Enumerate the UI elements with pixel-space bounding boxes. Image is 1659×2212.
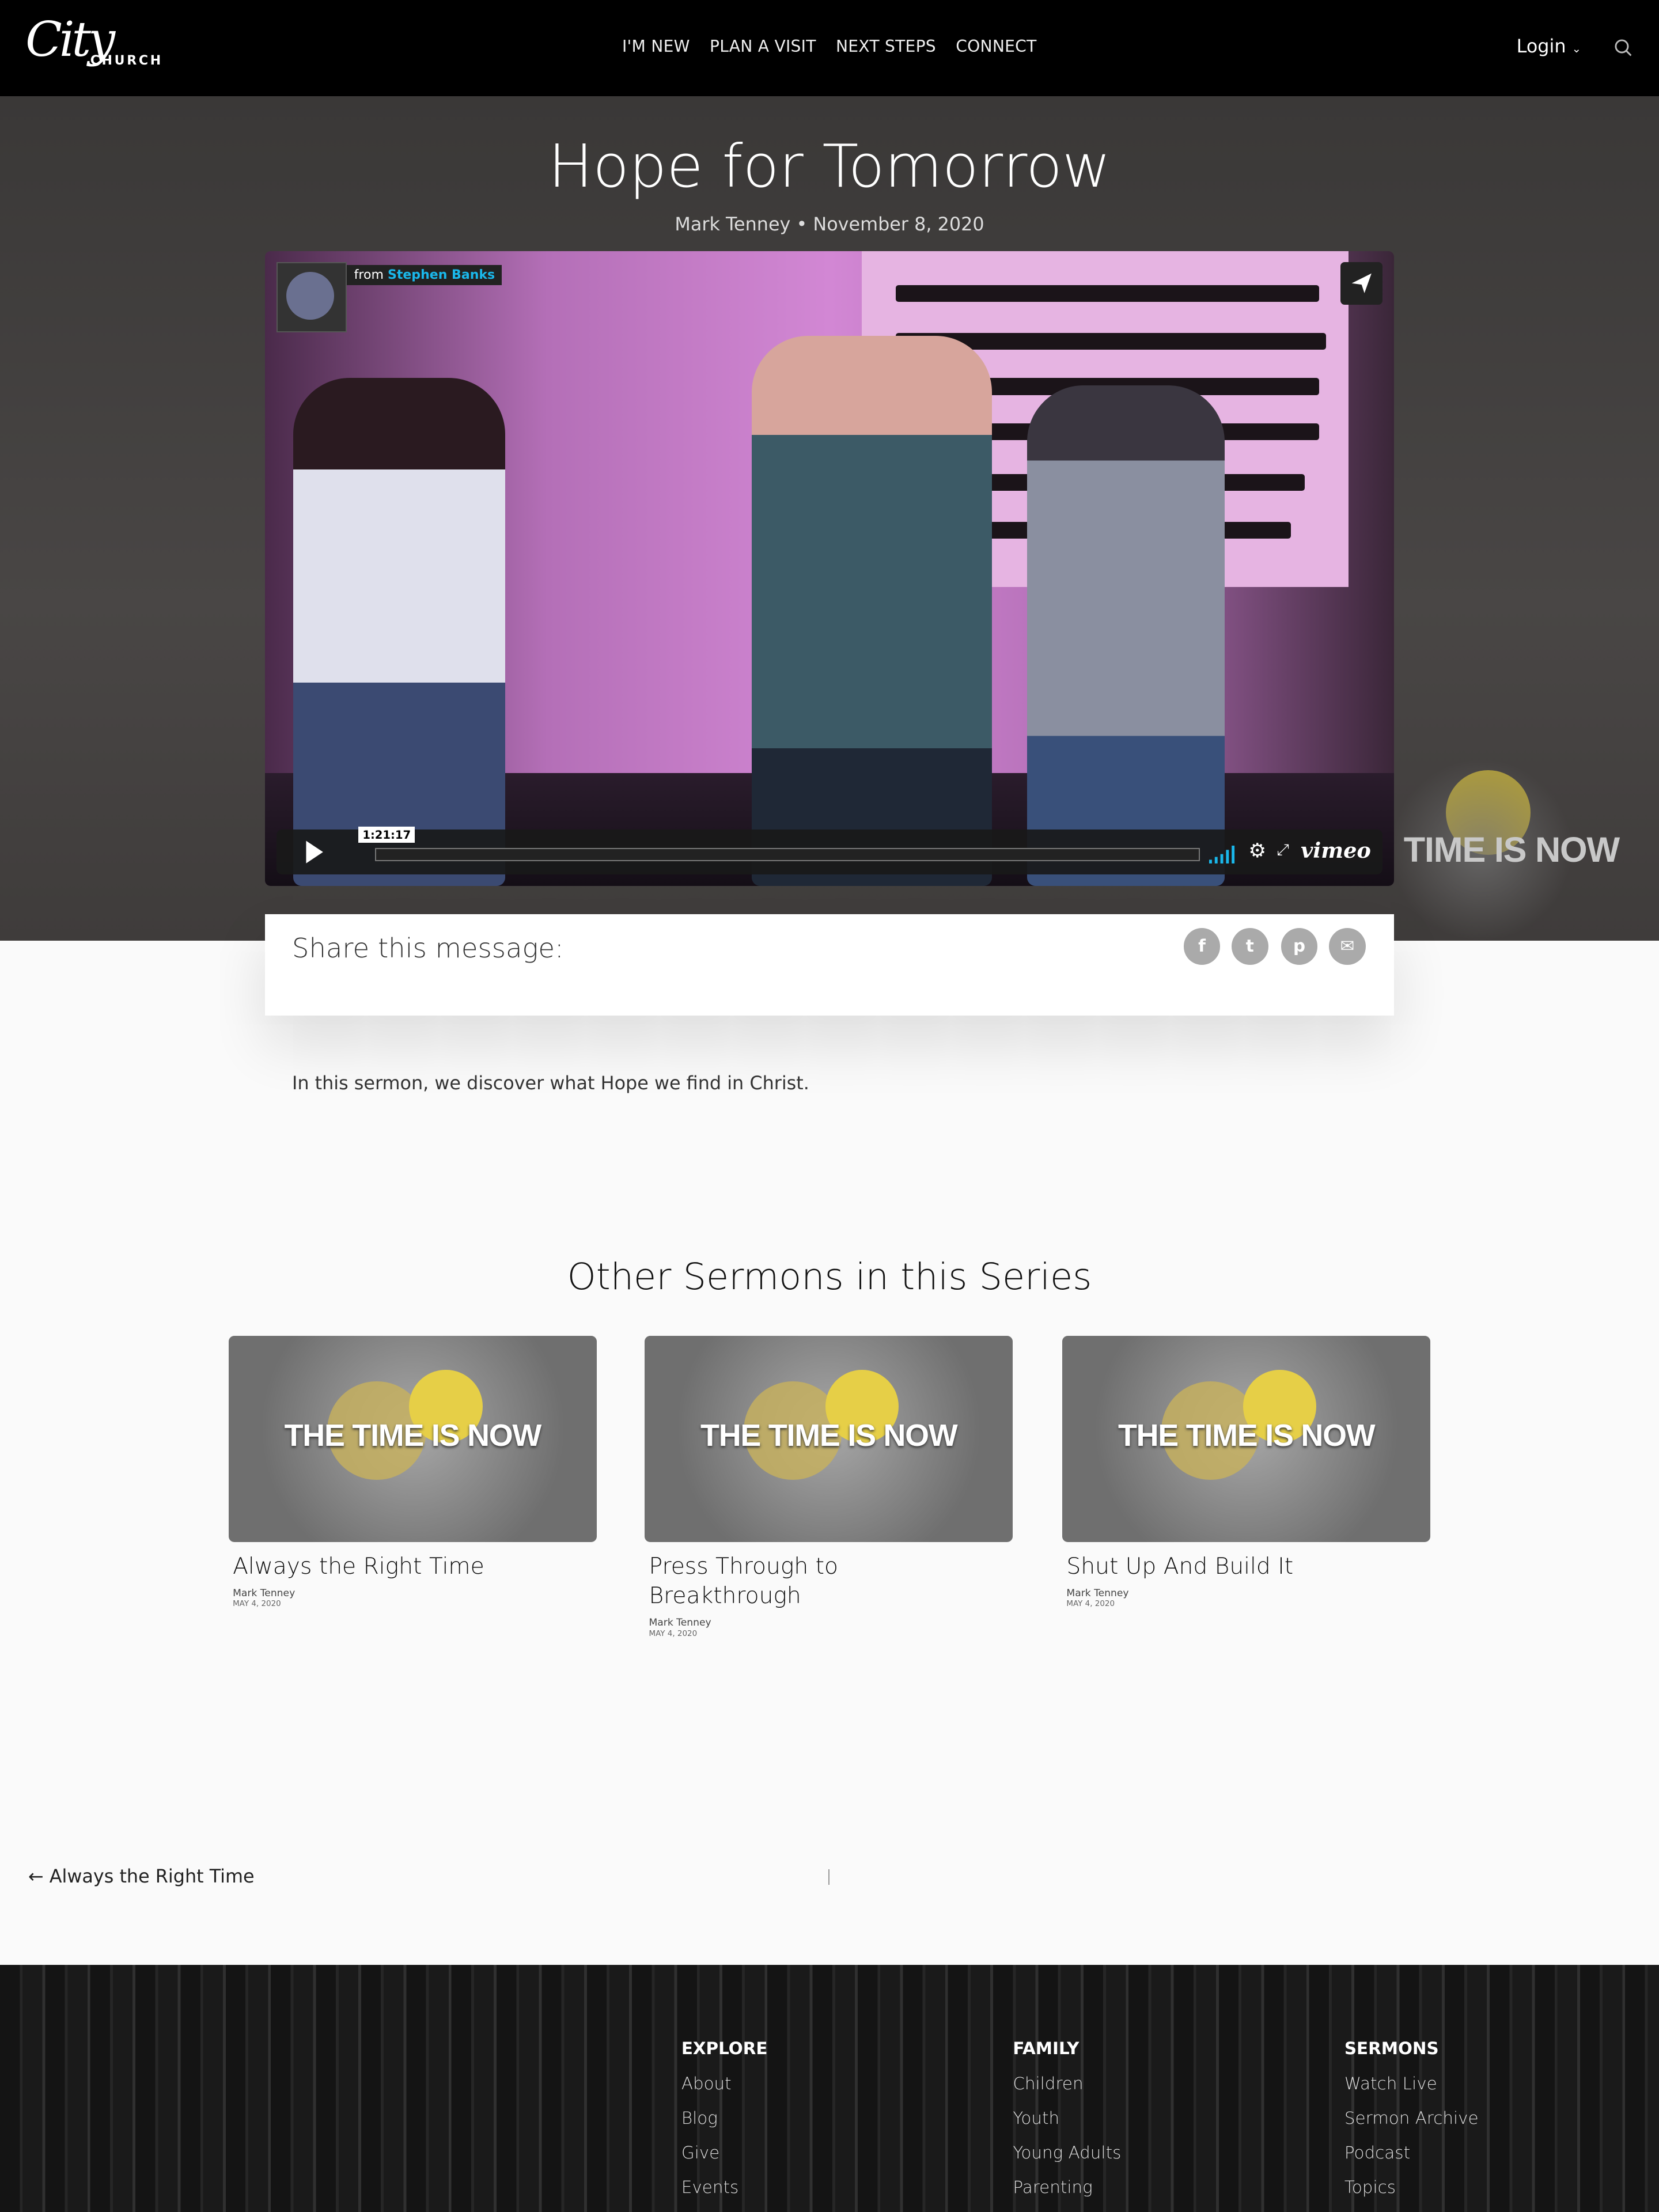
sermon-card[interactable]: THE TIME IS NOW Shut Up And Build It Mar… [1062, 1336, 1431, 1609]
logo[interactable]: City CHURCH [25, 12, 161, 68]
footer-link[interactable]: Topics [1344, 2177, 1479, 2212]
facebook-icon[interactable]: f [1183, 928, 1221, 965]
sermon-thumbnail[interactable]: THE TIME IS NOW [645, 1336, 1013, 1542]
footer-link[interactable]: Sermon Archive [1344, 2108, 1479, 2143]
series-art: TIME IS NOW [1389, 745, 1629, 941]
nav-next-steps[interactable]: NEXT STEPS [836, 37, 936, 56]
fullscreen-icon[interactable]: ⤢ [1277, 841, 1289, 859]
sermon-thumbnail[interactable]: THE TIME IS NOW [1062, 1336, 1431, 1542]
pagination-divider [828, 1869, 830, 1885]
footer-link[interactable]: Young Adults [1013, 2143, 1121, 2177]
play-button[interactable] [276, 830, 333, 874]
series-heading: Other Sermons in this Series [567, 1255, 1092, 1298]
pinterest-icon[interactable]: p [1281, 928, 1318, 965]
nav-im-new[interactable]: I'M NEW [622, 37, 690, 56]
site-footer: EXPLORE About Blog Give Events FAMILY Ch… [0, 1965, 1659, 2212]
footer-link[interactable]: Give [681, 2143, 768, 2177]
twitter-icon[interactable]: t [1231, 928, 1268, 965]
sermon-card-author: Mark Tenney [1066, 1588, 1129, 1600]
footer-column-family: FAMILY Children Youth Young Adults Paren… [1013, 2039, 1121, 2212]
search-icon[interactable] [1614, 37, 1633, 63]
footer-link[interactable]: Watch Live [1344, 2074, 1479, 2108]
nav-connect[interactable]: CONNECT [956, 37, 1036, 56]
share-bar: Share this message: f t p ✉ [265, 914, 1394, 1016]
play-icon [306, 840, 323, 863]
sermon-card-author: Mark Tenney [649, 1617, 711, 1629]
share-label: Share this message: [291, 932, 564, 964]
vimeo-logo[interactable]: vimeo [1301, 838, 1371, 863]
chevron-down-icon: ⌄ [1571, 42, 1582, 56]
footer-link[interactable]: Blog [681, 2108, 768, 2143]
sermon-card-date: MAY 4, 2020 [649, 1629, 698, 1638]
video-controls: 1:21:17 ⚙ ⤢ vimeo [276, 827, 1382, 875]
sermon-card-date: MAY 4, 2020 [1066, 1600, 1115, 1609]
settings-icon[interactable]: ⚙ [1248, 839, 1266, 862]
footer-link[interactable]: About [681, 2074, 768, 2108]
video-player[interactable]: from Stephen Banks 1:21:17 ⚙ ⤢ vimeo [265, 251, 1394, 886]
sermon-thumbnail[interactable]: THE TIME IS NOW [228, 1336, 597, 1542]
footer-link[interactable]: Youth [1013, 2108, 1121, 2143]
footer-link[interactable]: Children [1013, 2074, 1121, 2108]
sermon-card-title[interactable]: Shut Up And Build It [1066, 1552, 1430, 1581]
footer-column-explore: EXPLORE About Blog Give Events [681, 2039, 768, 2212]
channel-name-link[interactable]: Stephen Banks [388, 268, 495, 282]
channel-avatar[interactable] [276, 262, 347, 333]
main-nav: I'M NEW PLAN A VISIT NEXT STEPS CONNECT [622, 37, 1037, 56]
footer-link[interactable]: Events [681, 2177, 768, 2212]
nav-plan-a-visit[interactable]: PLAN A VISIT [710, 37, 816, 56]
sermon-card-title[interactable]: Press Through to Breakthrough [649, 1552, 903, 1611]
sermon-description: In this sermon, we discover what Hope we… [291, 1072, 809, 1094]
login-label: Login [1516, 35, 1566, 58]
sermon-card-date: MAY 4, 2020 [233, 1600, 281, 1609]
sermon-card[interactable]: THE TIME IS NOW Press Through to Breakth… [645, 1336, 1013, 1638]
sermon-card-title[interactable]: Always the Right Time [233, 1552, 597, 1581]
progress-bar[interactable] [375, 847, 1200, 862]
duration-label: 1:21:17 [358, 827, 415, 843]
from-tag[interactable]: from Stephen Banks [347, 265, 502, 286]
paper-plane-icon [1351, 274, 1372, 294]
share-video-button[interactable] [1340, 262, 1382, 305]
page-title: Hope for Tomorrow [548, 132, 1111, 202]
sermon-card-author: Mark Tenney [233, 1588, 296, 1600]
sermon-meta: Mark Tenney • November 8, 2020 [675, 213, 984, 235]
sermon-card[interactable]: THE TIME IS NOW Always the Right Time Ma… [228, 1336, 597, 1609]
email-icon[interactable]: ✉ [1328, 928, 1366, 965]
footer-column-sermons: SERMONS Watch Live Sermon Archive Podcas… [1344, 2039, 1479, 2212]
previous-sermon-link[interactable]: ← Always the Right Time [28, 1865, 255, 1887]
login-menu[interactable]: Login ⌄ [1517, 35, 1581, 57]
site-header: City CHURCH I'M NEW PLAN A VISIT NEXT ST… [0, 0, 1659, 96]
footer-link[interactable]: Parenting [1013, 2177, 1121, 2212]
volume-icon[interactable] [1209, 843, 1237, 869]
footer-link[interactable]: Podcast [1344, 2143, 1479, 2177]
